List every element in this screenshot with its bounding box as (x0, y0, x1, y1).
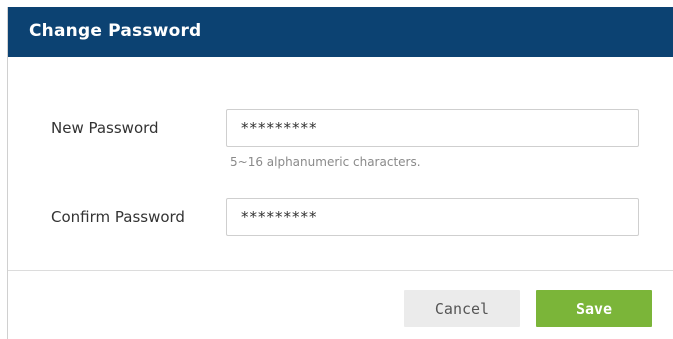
dialog-header: Change Password (8, 7, 673, 57)
cancel-button[interactable]: Cancel (404, 290, 520, 327)
confirm-password-field[interactable] (226, 198, 639, 236)
dialog-body: New Password 5~16 alphanumeric character… (8, 57, 673, 270)
save-button[interactable]: Save (536, 290, 652, 327)
confirm-password-label: Confirm Password (51, 208, 185, 226)
new-password-hint: 5~16 alphanumeric characters. (230, 155, 421, 169)
dialog-title: Change Password (29, 21, 202, 41)
new-password-label: New Password (51, 119, 159, 137)
change-password-dialog: Change Password New Password 5~16 alphan… (7, 7, 673, 339)
dialog-footer: Cancel Save (8, 271, 673, 339)
new-password-field[interactable] (226, 109, 639, 147)
